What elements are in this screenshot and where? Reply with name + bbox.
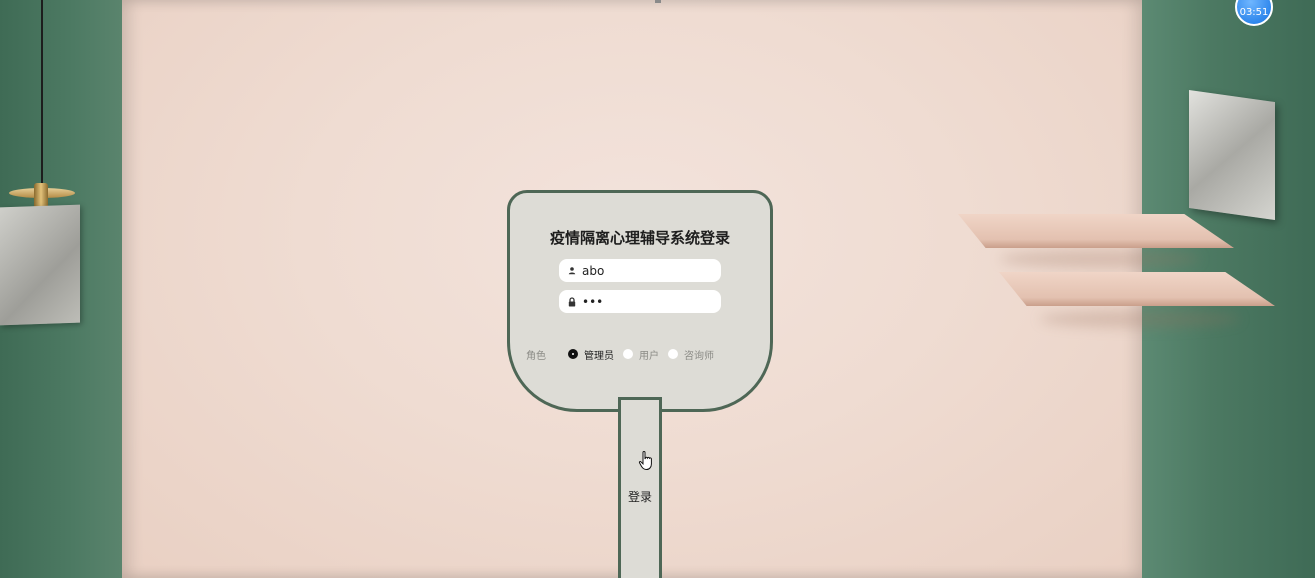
- role-option-admin[interactable]: 管理员: [584, 347, 614, 362]
- login-card: 疫情隔离心理辅导系统登录 角色 管理员: [507, 190, 773, 412]
- lamp-cord: [41, 0, 43, 185]
- top-marker: [655, 0, 661, 3]
- role-selector: 角色 管理员 用户 咨询师: [526, 346, 766, 362]
- login-button[interactable]: 登录: [618, 397, 662, 578]
- role-radio-user[interactable]: [623, 349, 633, 359]
- timer-text: 03:51: [1239, 7, 1269, 18]
- password-input[interactable]: [582, 294, 712, 309]
- right-stone-panel: [1189, 89, 1275, 221]
- shelf-shadow: [1040, 310, 1240, 328]
- role-option-counselor[interactable]: 咨询师: [684, 347, 714, 362]
- login-scene: 03:51 疫情隔离心理辅导系统登录 角色: [0, 0, 1315, 578]
- lock-icon: [566, 296, 578, 308]
- login-button-label: 登录: [627, 490, 652, 504]
- role-option-user[interactable]: 用户: [639, 347, 659, 362]
- login-title: 疫情隔离心理辅导系统登录: [549, 229, 730, 247]
- username-field[interactable]: [559, 259, 721, 282]
- role-radio-counselor[interactable]: [668, 349, 678, 359]
- user-icon: [566, 265, 578, 277]
- password-field[interactable]: [559, 290, 721, 313]
- role-radio-admin[interactable]: [568, 349, 578, 359]
- shelf-shadow: [1000, 250, 1200, 268]
- role-label: 角色: [526, 350, 546, 362]
- username-input[interactable]: [582, 263, 712, 278]
- hand-cursor-icon: [638, 451, 652, 471]
- left-stone-panel: [0, 204, 80, 326]
